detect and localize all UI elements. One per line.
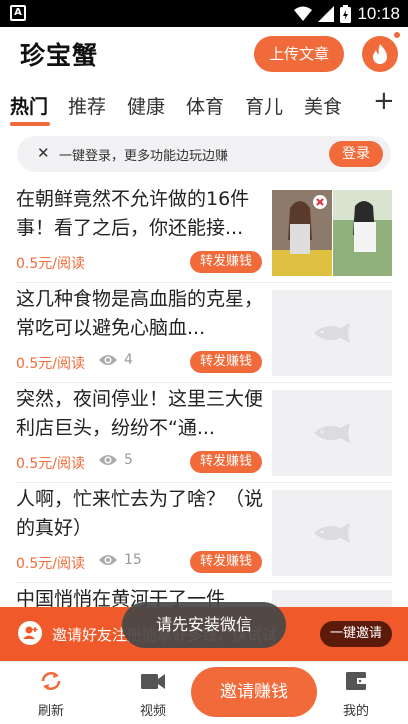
view-count-value: 4 [124, 352, 133, 368]
nav-video-label: 视频 [139, 704, 166, 719]
flame-icon [373, 44, 387, 64]
app-notification-icon: A [10, 5, 26, 21]
view-count: 4 [98, 352, 133, 368]
article-price: 0.5元/阅读 [16, 256, 85, 272]
video-camera-icon [141, 674, 165, 689]
tab-sports[interactable]: 体育 [186, 92, 224, 119]
article-title[interactable]: 在朝鲜竟然不允许做的16件事！看了之后，你还能接... [16, 185, 264, 243]
view-count: 5 [98, 452, 133, 468]
article-thumbnail[interactable] [272, 590, 392, 607]
upload-article-button[interactable]: 上传文章 [254, 36, 344, 72]
share-earn-button[interactable]: 转发赚钱 [190, 451, 262, 473]
eye-icon [99, 355, 117, 365]
invite-earn-button[interactable]: 邀请赚钱 [191, 667, 317, 717]
app-title: 珍宝蟹 [20, 41, 99, 70]
battery-icon [340, 5, 352, 23]
share-earn-button[interactable]: 转发赚钱 [190, 551, 262, 573]
one-click-invite-button[interactable]: 一键邀请 [320, 621, 392, 647]
add-user-icon [18, 621, 42, 645]
signal-icon [318, 6, 335, 22]
nav-refresh[interactable]: 刷新 [21, 668, 81, 719]
tab-parenting[interactable]: 育儿 [245, 92, 283, 119]
article-title[interactable]: 人啊，忙来忙去为了啥？（说的真好） [16, 485, 264, 543]
share-earn-button[interactable]: 转发赚钱 [190, 251, 262, 273]
hot-button[interactable] [362, 36, 398, 72]
eye-icon [99, 555, 117, 565]
login-banner-text: 一键登录，更多功能边玩边赚 [59, 149, 229, 164]
status-bar: A 10:18 [0, 0, 408, 27]
article-item[interactable]: 这几种食物是高血脂的克星，常吃可以避免心脑血... 0.5元/阅读 4 转发赚钱 [0, 283, 408, 383]
tab-health[interactable]: 健康 [127, 92, 165, 119]
notification-dot [393, 31, 401, 39]
login-banner: ✕ 一键登录，更多功能边玩边赚 登录 [17, 136, 391, 172]
nav-video[interactable]: 视频 [123, 668, 183, 719]
tab-recommend[interactable]: 推荐 [68, 92, 106, 119]
active-tab-indicator [10, 122, 50, 126]
view-count-value: 5 [124, 452, 133, 468]
article-thumbnail[interactable] [272, 490, 392, 576]
eye-icon [99, 455, 117, 465]
view-count-value: 15 [124, 552, 142, 568]
article-title[interactable]: 这几种食物是高血脂的克星，常吃可以避免心脑血... [16, 285, 264, 343]
view-count: 15 [98, 552, 142, 568]
article-title[interactable]: 突然，夜间停业！这里三大便利店巨头，纷纷不“通... [16, 385, 264, 443]
category-tabs: 热门 推荐 健康 体育 育儿 美食 + [0, 84, 408, 130]
nav-refresh-label: 刷新 [37, 704, 64, 719]
fish-placeholder-icon [314, 323, 350, 343]
article-item[interactable]: 突然，夜间停业！这里三大便利店巨头，纷纷不“通... 0.5元/阅读 5 转发赚… [0, 383, 408, 483]
tab-food[interactable]: 美食 [304, 92, 342, 119]
fish-placeholder-icon [314, 423, 350, 443]
wifi-icon [294, 6, 313, 21]
nav-mine-label: 我的 [342, 704, 369, 719]
login-button[interactable]: 登录 [329, 141, 383, 167]
add-tab-icon[interactable]: + [373, 86, 395, 116]
tab-hot[interactable]: 热门 [10, 92, 48, 119]
refresh-icon [41, 672, 61, 690]
fish-placeholder-icon [314, 523, 350, 543]
article-price: 0.5元/阅读 [16, 456, 85, 472]
bottom-navigation: 刷新 视频 邀请赚钱 我的 [0, 661, 408, 724]
close-icon[interactable]: ✕ [37, 144, 50, 162]
article-price: 0.5元/阅读 [16, 356, 85, 372]
toast-message: 请先安装微信 [122, 602, 286, 648]
article-item[interactable]: 在朝鲜竟然不允许做的16件事！看了之后，你还能接... 0.5元/阅读 转发赚钱 [0, 183, 408, 283]
article-thumbnail[interactable] [272, 290, 392, 376]
app-header: 珍宝蟹 上传文章 [0, 27, 408, 84]
nav-mine[interactable]: 我的 [326, 668, 386, 719]
article-price: 0.5元/阅读 [16, 556, 85, 572]
wallet-icon [346, 672, 366, 690]
status-time: 10:18 [357, 4, 400, 23]
article-thumbnail[interactable] [272, 390, 392, 476]
photo-thumbnail-image [272, 190, 392, 276]
article-thumbnail[interactable] [272, 190, 392, 276]
article-item[interactable]: 人啊，忙来忙去为了啥？（说的真好） 0.5元/阅读 15 转发赚钱 [0, 483, 408, 583]
share-earn-button[interactable]: 转发赚钱 [190, 351, 262, 373]
